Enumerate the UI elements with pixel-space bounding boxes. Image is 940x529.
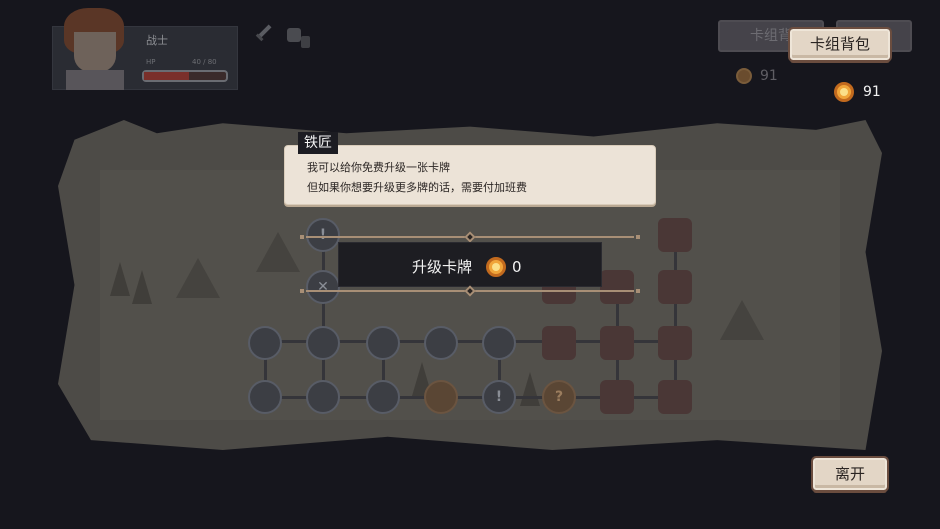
upgrade-content: 升级卡牌 0 [412, 256, 522, 277]
divider-bottom [300, 285, 640, 297]
divider-cap [636, 235, 640, 239]
map-node-battle[interactable] [482, 326, 516, 360]
map-node-battle[interactable] [306, 326, 340, 360]
map-node-smith[interactable] [366, 326, 400, 360]
map-node-rest[interactable] [306, 380, 340, 414]
deck-bag-button[interactable]: 卡组背包 [788, 27, 892, 62]
portrait-face [74, 32, 116, 72]
dialog-box: 我可以给你免费升级一张卡牌 但如果你想要升级更多牌的话，需要付加班费 [284, 145, 656, 205]
divider-top [300, 231, 640, 243]
map-node-locked [600, 380, 634, 414]
bag-icon[interactable] [284, 24, 312, 50]
divider-cap [636, 289, 640, 293]
leave-button[interactable]: 离开 [811, 456, 889, 492]
map-node-event[interactable]: ! [482, 380, 516, 414]
mountain-decoration [176, 258, 220, 298]
hp-label: HP [146, 58, 156, 66]
map-node-locked [658, 326, 692, 360]
map-node-shop[interactable] [248, 326, 282, 360]
map-node-locked [600, 326, 634, 360]
gold-value: 91 [863, 84, 881, 100]
upgrade-label: 升级卡牌 [412, 258, 473, 276]
divider-cap [300, 289, 304, 293]
map-node-mystery[interactable]: ? [542, 380, 576, 414]
mountain-decoration [720, 300, 764, 340]
portrait-shirt [66, 70, 124, 90]
hero-portrait [58, 8, 130, 90]
map-node-chest[interactable] [248, 380, 282, 414]
mountain-decoration [256, 232, 300, 272]
dialog-line-2: 但如果你想要升级更多牌的话，需要付加班费 [307, 181, 527, 194]
map-node-locked [658, 218, 692, 252]
map-node-locked [658, 380, 692, 414]
upgrade-card-button[interactable]: 升级卡牌 0 [338, 242, 602, 287]
gold-display: 91 [834, 82, 881, 102]
coin-icon [834, 82, 854, 102]
hp-value: 40 / 80 [192, 58, 217, 66]
gold-display-shadow: 91 [736, 68, 778, 84]
sword-icon[interactable] [252, 22, 274, 44]
map-path [674, 232, 677, 396]
hero-name: 战士 [146, 34, 168, 47]
map-node-locked [600, 270, 634, 304]
map-path [322, 232, 325, 396]
tree-decoration [132, 270, 152, 304]
upgrade-cost: 0 [512, 257, 522, 276]
tree-decoration [110, 262, 130, 296]
map-node-battle[interactable]: ✕ [306, 270, 340, 304]
hp-bar [142, 70, 228, 82]
coin-icon [736, 68, 752, 84]
dialog-line-1: 我可以给你免费升级一张卡牌 [307, 161, 450, 174]
tree-decoration [520, 372, 540, 406]
speaker-name: 铁匠 [298, 132, 338, 154]
map-node-current[interactable] [424, 380, 458, 414]
map-node-locked [658, 270, 692, 304]
map-node-locked [542, 326, 576, 360]
map-node-rest[interactable] [424, 326, 458, 360]
coin-icon [486, 256, 507, 277]
divider-cap [300, 235, 304, 239]
map-node-battle[interactable] [366, 380, 400, 414]
hp-bar-fill [144, 72, 190, 80]
